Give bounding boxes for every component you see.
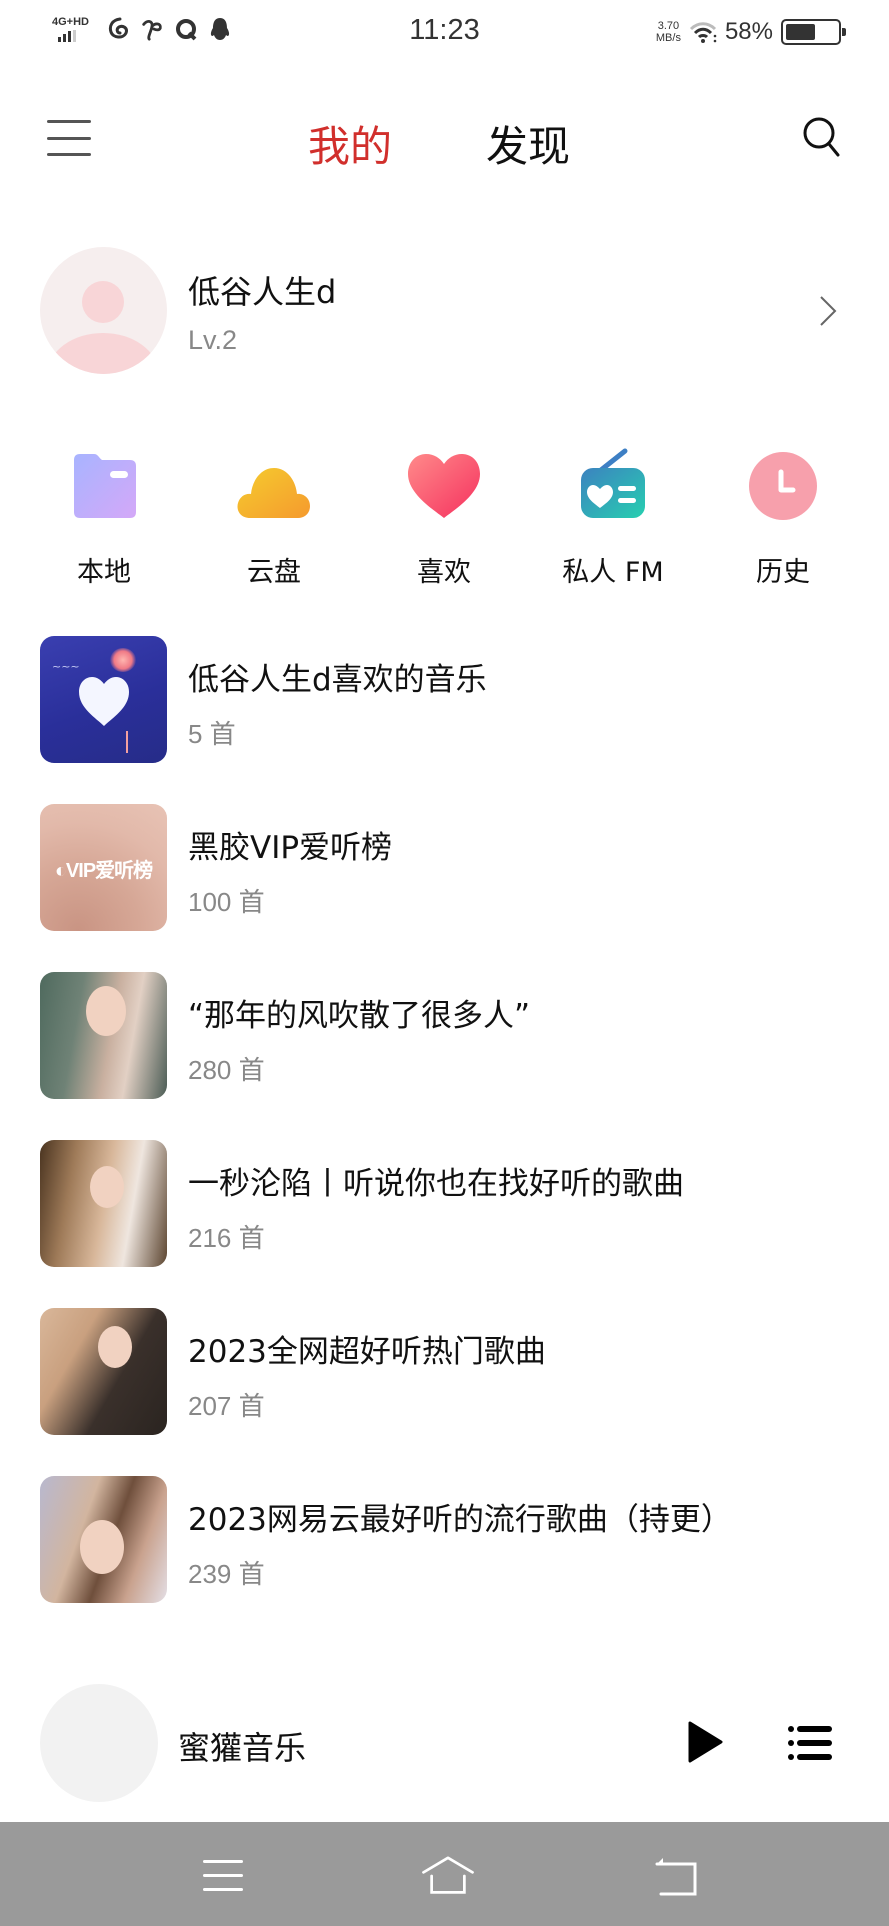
playlist-item[interactable]: 一秒沦陷丨听说你也在找好听的歌曲 216 首 — [0, 1140, 889, 1308]
cover-photo-figure — [80, 1520, 124, 1574]
play-icon[interactable] — [686, 1720, 724, 1764]
cover-photo-figure — [90, 1166, 124, 1208]
playlist-count: 216 首 — [188, 1223, 265, 1253]
menu-line — [47, 120, 91, 123]
playlist-item[interactable]: ◐VIP爱听榜 黑胶VIP爱听榜 100 首 — [0, 804, 889, 972]
playlist-list: ~~~ 低谷人生d喜欢的音乐 5 首 ◐VIP爱听榜 黑胶VIP爱听榜 100 … — [0, 636, 889, 1644]
heart-icon — [408, 454, 480, 518]
radio-icon — [581, 448, 645, 518]
quick-action-label: 历史 — [756, 557, 810, 588]
playlist-count: 207 首 — [188, 1391, 265, 1421]
tab-mine[interactable]: 我的 — [308, 113, 392, 174]
playlist-title: 黑胶VIP爱听榜 — [188, 830, 393, 866]
quick-action-like[interactable]: 喜欢 — [374, 446, 514, 589]
firework-decoration — [110, 648, 136, 672]
tab-discover[interactable]: 发现 — [486, 113, 570, 174]
playlist-cover — [40, 1140, 167, 1267]
playlist-title: “那年的风吹散了很多人” — [188, 998, 531, 1034]
playlist-item[interactable]: ~~~ 低谷人生d喜欢的音乐 5 首 — [0, 636, 889, 804]
playlist-cover — [40, 1476, 167, 1603]
search-icon[interactable] — [801, 115, 841, 159]
quick-action-label: 喜欢 — [417, 557, 471, 588]
playlist-title: 一秒沦陷丨听说你也在找好听的歌曲 — [188, 1166, 684, 1202]
quick-action-label: 云盘 — [247, 557, 301, 588]
quick-action-cloud[interactable]: 云盘 — [204, 446, 344, 589]
home-icon[interactable] — [418, 1856, 478, 1896]
playlist-cover: ◐VIP爱听榜 — [40, 804, 167, 931]
folder-icon — [74, 454, 136, 518]
cover-photo-figure — [98, 1326, 132, 1368]
now-playing-title: 蜜獾音乐 — [178, 1729, 307, 1767]
avatar-head-shape — [82, 281, 124, 323]
menu-line — [47, 136, 91, 140]
menu-line — [47, 153, 91, 156]
cloud-icon — [237, 468, 310, 518]
cover-script-text: ~~~ — [52, 660, 80, 673]
avatar-body-shape — [48, 333, 158, 374]
battery-icon — [781, 19, 846, 45]
playlist-cover — [40, 972, 167, 1099]
menu-button[interactable] — [47, 120, 91, 156]
cover-label: VIP爱听榜 — [65, 860, 153, 882]
clock-icon — [749, 452, 817, 520]
avatar[interactable] — [40, 247, 167, 374]
quick-action-history[interactable]: 历史 — [713, 446, 853, 589]
quick-action-fm[interactable]: 私人 FM — [543, 446, 683, 589]
playlist-count: 280 首 — [188, 1055, 265, 1085]
wifi-icon — [689, 22, 717, 43]
playlist-title: 低谷人生d喜欢的音乐 — [188, 662, 487, 698]
top-nav: 我的 发现 — [0, 95, 889, 185]
mini-player[interactable]: 蜜獾音乐 — [0, 1680, 889, 1805]
chevron-right-icon[interactable] — [819, 295, 837, 327]
playlist-queue-icon[interactable] — [788, 1725, 832, 1761]
username: 低谷人生d — [188, 273, 337, 311]
firework-trail — [126, 731, 128, 753]
playlist-item[interactable]: 2023网易云最好听的流行歌曲（持更） 239 首 — [0, 1476, 889, 1644]
quick-action-local[interactable]: 本地 — [34, 446, 174, 589]
quick-action-label: 本地 — [77, 557, 131, 588]
playlist-cover — [40, 1308, 167, 1435]
network-speed: 3.70 MB/s — [656, 20, 681, 44]
playlist-count: 239 首 — [188, 1559, 265, 1589]
vinyl-icon: ◐ — [54, 860, 67, 882]
playlist-title: 2023全网超好听热门歌曲 — [188, 1334, 546, 1370]
speed-value: 3.70 — [657, 20, 680, 32]
playlist-cover: ~~~ — [40, 636, 167, 763]
heart-icon — [79, 677, 129, 726]
playlist-count: 5 首 — [188, 719, 236, 749]
vip-cover-text: ◐VIP爱听榜 — [40, 854, 167, 883]
status-right: 3.70 MB/s 58% — [656, 18, 846, 46]
recent-apps-icon[interactable] — [201, 1856, 245, 1896]
battery-percent: 58% — [724, 18, 773, 45]
battery-level — [786, 24, 815, 40]
back-icon[interactable] — [655, 1856, 699, 1896]
playlist-item[interactable]: “那年的风吹散了很多人” 280 首 — [0, 972, 889, 1140]
playlist-title: 2023网易云最好听的流行歌曲（持更） — [188, 1502, 732, 1538]
quick-action-label: 私人 FM — [562, 557, 664, 588]
profile-card[interactable]: 低谷人生d Lv.2 — [0, 245, 889, 375]
cover-photo-figure — [86, 986, 126, 1036]
playlist-item[interactable]: 2023全网超好听热门歌曲 207 首 — [0, 1308, 889, 1476]
system-navigation-bar — [0, 1822, 889, 1926]
status-bar: 4G+HD 11:23 3.70 MB/s 58% — [0, 0, 889, 70]
now-playing-cover[interactable] — [40, 1684, 158, 1802]
playlist-count: 100 首 — [188, 887, 265, 917]
quick-actions: 本地 云盘 喜欢 私人 FM 历史 — [0, 446, 889, 588]
speed-unit: MB/s — [655, 32, 681, 44]
user-level: Lv.2 — [188, 325, 238, 355]
